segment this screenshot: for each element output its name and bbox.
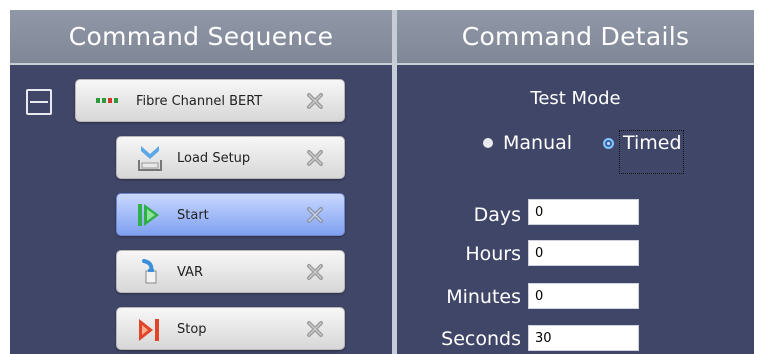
stop-icon	[139, 319, 159, 341]
focus-indicator	[619, 130, 684, 174]
command-item-fibre-channel-bert[interactable]: Fibre Channel BERT	[75, 79, 345, 122]
command-item-label: Fibre Channel BERT	[136, 94, 263, 109]
fibre-dots-icon	[96, 98, 118, 103]
radio-selected-icon	[603, 137, 614, 149]
command-item-label: Start	[177, 208, 209, 223]
play-icon	[138, 204, 159, 226]
remove-command-icon[interactable]	[306, 320, 324, 338]
command-details-header: Command Details	[397, 10, 754, 63]
command-item-stop[interactable]: Stop	[116, 307, 345, 350]
seconds-label: Seconds	[441, 328, 521, 350]
test-mode-label: Test Mode	[530, 88, 621, 109]
header-divider	[397, 63, 754, 65]
command-item-label: Load Setup	[177, 151, 251, 166]
radio-unselected-icon	[483, 138, 493, 148]
load-setup-icon	[138, 146, 162, 171]
command-details-title: Command Details	[461, 22, 690, 51]
command-item-var[interactable]: VAR	[116, 250, 345, 293]
remove-command-icon[interactable]	[306, 263, 324, 281]
command-sequence-header: Command Sequence	[10, 10, 392, 63]
command-sequence-panel: Command Sequence Fibre Channel BERT Load…	[10, 10, 392, 354]
remove-command-icon[interactable]	[306, 92, 324, 110]
hours-label: Hours	[465, 243, 521, 265]
command-item-label: VAR	[177, 265, 203, 280]
radio-manual[interactable]: Manual	[483, 132, 572, 154]
days-label: Days	[473, 204, 521, 226]
collapse-toggle-icon[interactable]	[26, 89, 52, 115]
remove-command-icon[interactable]	[306, 149, 324, 167]
command-details-panel: Command Details Test Mode Manual Timed D…	[397, 10, 754, 354]
seconds-input[interactable]: 30	[528, 325, 639, 351]
var-icon	[142, 259, 157, 284]
minutes-label: Minutes	[446, 286, 521, 308]
minutes-input[interactable]: 0	[528, 283, 639, 309]
days-input[interactable]: 0	[528, 199, 639, 225]
command-item-load-setup[interactable]: Load Setup	[116, 136, 345, 179]
hours-input[interactable]: 0	[528, 240, 639, 266]
command-item-start[interactable]: Start	[116, 193, 345, 236]
command-sequence-title: Command Sequence	[68, 22, 334, 51]
command-item-label: Stop	[177, 322, 207, 337]
radio-manual-label: Manual	[503, 132, 573, 154]
header-divider	[10, 63, 392, 65]
remove-command-icon[interactable]	[306, 206, 324, 224]
